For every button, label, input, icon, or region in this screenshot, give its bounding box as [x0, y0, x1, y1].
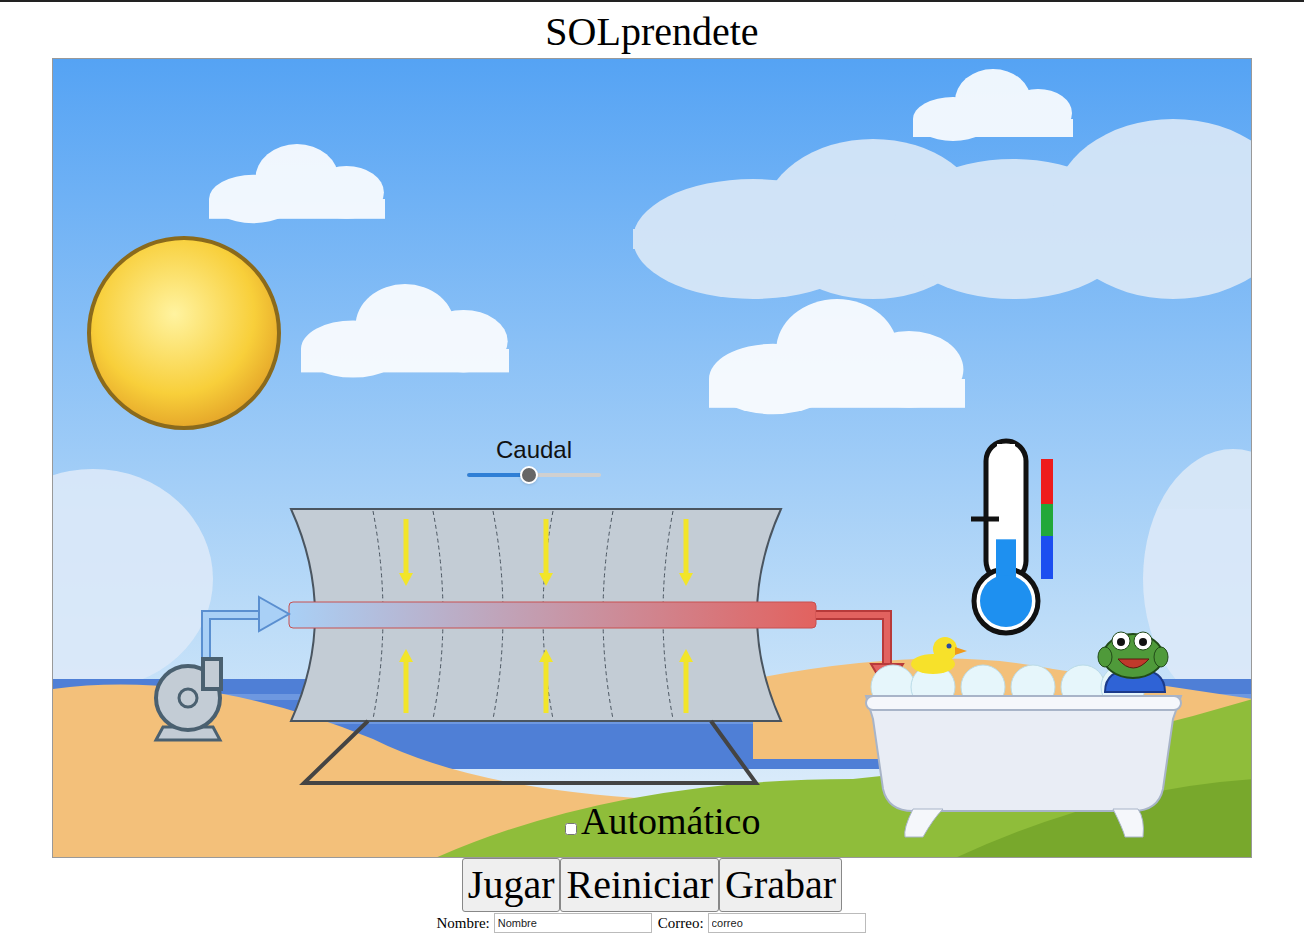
game-button[interactable]: Grabar [719, 858, 842, 912]
cloud [209, 144, 385, 223]
flow-slider-thumb[interactable] [520, 466, 538, 484]
automatic-toggle[interactable]: Automático [565, 799, 760, 843]
frog-icon [1098, 632, 1168, 692]
text-input[interactable] [708, 913, 866, 933]
title: SOLprendete [545, 2, 758, 58]
automatic-checkbox[interactable] [565, 823, 577, 835]
pump-icon [156, 659, 221, 740]
duck-icon [911, 637, 967, 674]
cloud-bank [53, 119, 1252, 709]
flow-label: Caudal [496, 435, 572, 465]
game-button[interactable]: Reiniciar [560, 858, 719, 912]
form-field: Nombre: [436, 912, 651, 934]
inlet-arrow-icon [206, 597, 289, 659]
sun-icon [89, 238, 279, 428]
pipe [289, 602, 816, 628]
game-canvas: Caudal Automático [52, 58, 1252, 858]
cloud [709, 299, 965, 414]
button-row: JugarReiniciarGrabar [462, 858, 842, 912]
scene-drawing [53, 59, 1252, 858]
form-field: Correo: [658, 912, 866, 934]
flow-slider[interactable] [467, 465, 601, 485]
stand [304, 721, 756, 783]
cloud [913, 69, 1073, 141]
bathtub-icon [866, 665, 1181, 837]
form-row: Nombre: Correo: [436, 912, 867, 934]
cloud [301, 284, 509, 378]
flow-control: Caudal [457, 435, 611, 485]
text-input[interactable] [494, 913, 652, 933]
game-button[interactable]: Jugar [462, 858, 561, 912]
thermometer-icon [971, 441, 1053, 633]
page: SOLprendeteCaudalAutomáticoJugarReinicia… [0, 0, 1304, 939]
